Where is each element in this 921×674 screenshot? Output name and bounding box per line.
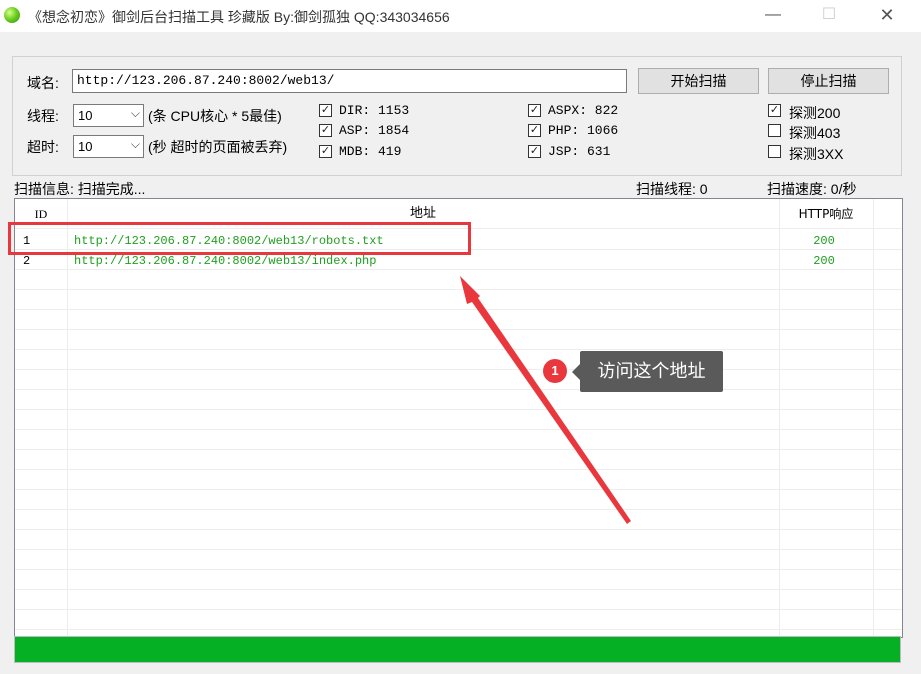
annotation-arrow bbox=[460, 276, 631, 524]
callout-badge: 1 bbox=[543, 359, 567, 383]
arrow-shape bbox=[460, 276, 631, 524]
callout-text: 访问这个地址 bbox=[572, 351, 723, 392]
